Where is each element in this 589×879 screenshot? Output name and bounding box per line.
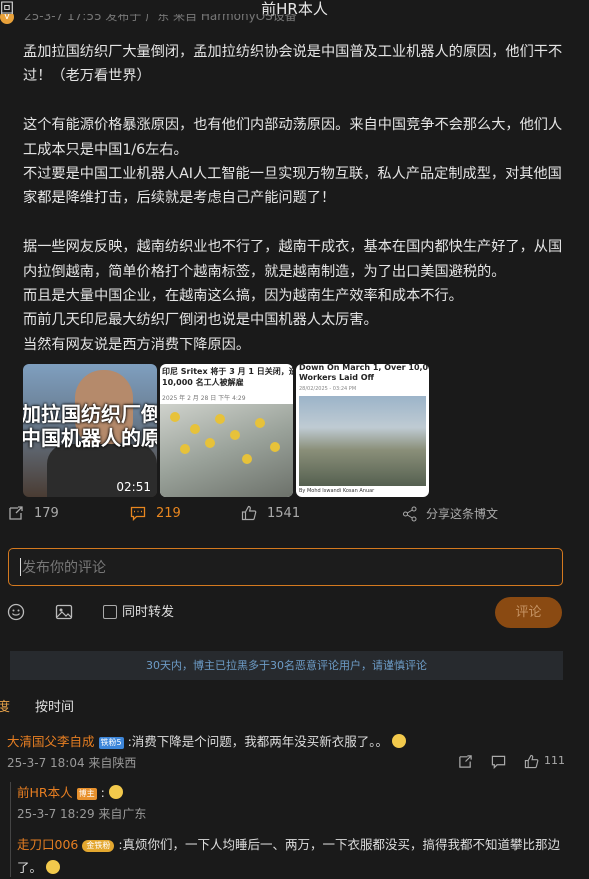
like-count: 1541	[267, 505, 301, 521]
news-image-1[interactable]: 印尼 Sritex 将于 3 月 1 日关闭，造 10,000 名工人被解雇 2…	[160, 364, 293, 497]
news-image-2[interactable]: Down On March 1, Over 10,000 Workers Lai…	[296, 364, 429, 497]
comment-icon[interactable]	[491, 754, 506, 772]
notice-banner: 30天内，博主已拉黑多于30名恶意评论用户，请谨慎评论	[10, 651, 563, 680]
comment-username[interactable]: 大清国父李自成	[7, 734, 95, 749]
post-paragraph: 而前几天印尼最大纺织厂倒闭也说是中国机器人太厉害。	[23, 312, 378, 329]
reply-username[interactable]: 前HR本人	[17, 785, 73, 800]
comment-count: 219	[156, 505, 181, 521]
comment-line: 大清国父李自成 铁粉5 :消费下降是个问题，我都两年没买新衣服了。。	[7, 731, 407, 750]
also-repost-label: 同时转发	[122, 605, 175, 620]
post-paragraph: 这个有能源价格暴涨原因，也有他们内部动荡原因。来自中国竞争不会那么大，他们人工成…	[23, 117, 563, 158]
reply-line: 前HR本人 博主 :	[17, 782, 123, 801]
owner-badge: 博主	[76, 788, 97, 800]
post-body: 孟加拉国纺织厂大量倒闭，孟加拉纺织协会说是中国普及工业机器人的原因，他们干不过！…	[23, 40, 568, 357]
share-icon	[402, 506, 418, 522]
post-paragraph: 当然有网友说是西方消费下降原因。	[23, 336, 251, 353]
comment-text: :消费下降是个问题，我都两年没买新衣服了。。	[127, 734, 389, 749]
also-repost-checkbox[interactable]	[103, 605, 117, 619]
reply-meta: 25-3-7 18:29 来自广东	[17, 807, 147, 821]
emoji-icon	[108, 785, 123, 799]
repost-button[interactable]: 179	[8, 505, 59, 521]
post-paragraph: 而且是大量中国企业，在越南这么搞，因为越南生产效率和成本不行。	[23, 288, 463, 305]
repost-count: 179	[34, 505, 59, 521]
post-paragraph: 据一些网友反映，越南纺织业也不行了，越南干成衣，基本在国内都快生产好了，从国内拉…	[23, 239, 563, 280]
news-date: 2025 年 2 月 28 日 下午 4:29	[162, 395, 246, 402]
image-icon[interactable]	[55, 603, 73, 625]
post-meta: 25-3-7 17:55 发布于 广东 来自 HarmonyOS设备	[24, 14, 297, 23]
emoji-icon[interactable]	[7, 603, 25, 625]
thumbs-up-icon	[241, 505, 257, 521]
comment-input[interactable]: 发布你的评论	[8, 548, 563, 586]
fan-badge: 铁粉5	[98, 737, 124, 749]
video-thumbnail[interactable]: 加拉国纺织厂倒 中国机器人的原 02:51	[23, 364, 157, 497]
reply-line: 走刀口006 金铁粉 :真烦你们，一下人均睡后一、两万，一下衣服都没买，搞得我都…	[17, 833, 572, 879]
video-caption: 加拉国纺织厂倒 中国机器人的原	[23, 402, 157, 450]
thumbs-up-icon[interactable]	[524, 754, 539, 772]
news-author: By Mohd Iswandi Kosan Anuar	[299, 488, 375, 494]
reply-username[interactable]: 走刀口006	[17, 837, 78, 852]
comment-actions: 111	[458, 754, 568, 770]
post-paragraph: 不过要是中国工业机器人AI人工智能一旦实现万物互联，私人产品定制成型，对其他国家…	[23, 166, 562, 207]
repost-icon[interactable]	[458, 754, 473, 772]
verified-icon: V	[0, 14, 14, 24]
like-button[interactable]: 1541	[241, 505, 300, 521]
post-actions: 179 219 1541 分享这条博文	[0, 505, 589, 527]
submit-comment-button[interactable]: 评论	[495, 597, 562, 628]
post-meta-row: V 25-3-7 17:55 发布于 广东 来自 HarmonyOS设备	[0, 14, 589, 26]
comment-like-count: 111	[544, 754, 565, 767]
repost-icon	[8, 505, 24, 521]
news-date: 28/02/2025 - 03:24 PM	[299, 386, 357, 392]
comment-button[interactable]: 219	[130, 505, 181, 521]
factory-photo	[299, 396, 426, 486]
factory-photo	[160, 404, 293, 497]
post-paragraph: 孟加拉国纺织厂大量倒闭，孟加拉纺织协会说是中国普及工业机器人的原因，他们干不过！…	[23, 44, 563, 85]
fan-badge: 金铁粉	[82, 840, 115, 852]
comment-icon	[130, 505, 146, 521]
sort-by-time-tab[interactable]: 按时间	[35, 696, 74, 715]
news-headline: Down On March 1, Over 10,000 Workers Lai…	[299, 364, 429, 382]
share-label: 分享这条博文	[426, 507, 499, 521]
reply-text: :	[100, 785, 105, 800]
sort-by-hot-tab[interactable]: 度	[0, 696, 10, 715]
emoji-icon	[392, 734, 407, 748]
news-headline: 印尼 Sritex 将于 3 月 1 日关闭，造 10,000 名工人被解雇	[162, 367, 293, 387]
comment-placeholder: 发布你的评论	[22, 560, 106, 576]
share-button[interactable]: 分享这条博文	[402, 505, 498, 522]
emoji-icon	[46, 860, 60, 874]
video-duration: 02:51	[116, 480, 151, 494]
comment-meta: 25-3-7 18:04 来自陕西	[7, 756, 137, 770]
